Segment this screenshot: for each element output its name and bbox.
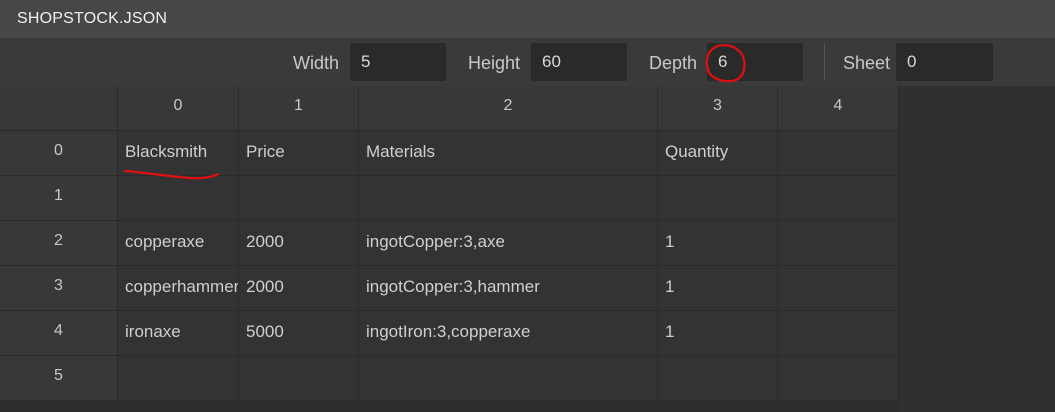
cell-r0-c4[interactable]	[778, 131, 899, 176]
cell-r2-c2[interactable]: ingotCopper:3,axe	[359, 221, 658, 266]
sheet-input[interactable]	[896, 43, 993, 81]
width-input[interactable]	[350, 43, 446, 81]
cell-r5-c2[interactable]	[359, 356, 658, 401]
cell-r3-c0[interactable]: copperhammer	[118, 266, 239, 311]
cell-r5-c1[interactable]	[239, 356, 359, 401]
spreadsheet-grid: 0 1 2 3 4 0 Blacksmith Price Materials Quantity 1 2…	[0, 86, 899, 412]
cell-r1-c2[interactable]	[359, 176, 658, 221]
cell-r2-c3[interactable]: 1	[658, 221, 778, 266]
cell-r4-c0[interactable]: ironaxe	[118, 311, 239, 356]
row-header-3[interactable]: 3	[0, 266, 118, 311]
cell-r1-c4[interactable]	[778, 176, 899, 221]
cell-r2-c0[interactable]: copperaxe	[118, 221, 239, 266]
cell-r0-c1[interactable]: Price	[239, 131, 359, 176]
column-header-3[interactable]: 3	[658, 86, 778, 131]
dimension-toolbar: Width Height Depth Sheet	[0, 38, 1055, 86]
cell-r5-c0[interactable]	[118, 356, 239, 401]
cell-r1-c1[interactable]	[239, 176, 359, 221]
sheet-label: Sheet	[843, 53, 891, 73]
height-input[interactable]	[531, 43, 627, 81]
file-title: SHOPSTOCK.JSON	[17, 10, 168, 27]
row-header-2[interactable]: 2	[0, 221, 118, 266]
empty-grid-area	[899, 86, 1055, 412]
height-label: Height	[468, 53, 521, 73]
cell-r3-c2[interactable]: ingotCopper:3,hammer	[359, 266, 658, 311]
cell-r0-c0[interactable]: Blacksmith	[118, 131, 239, 176]
cell-r3-c4[interactable]	[778, 266, 899, 311]
column-header-0[interactable]: 0	[118, 86, 239, 131]
column-header-2[interactable]: 2	[359, 86, 658, 131]
title-bar: SHOPSTOCK.JSON	[0, 0, 1055, 38]
toolbar-divider	[824, 44, 825, 80]
cell-r3-c3[interactable]: 1	[658, 266, 778, 311]
depth-input[interactable]	[707, 43, 803, 81]
cell-r0-c2[interactable]: Materials	[359, 131, 658, 176]
row-header-0[interactable]: 0	[0, 131, 118, 176]
cell-r4-c1[interactable]: 5000	[239, 311, 359, 356]
width-label: Width	[293, 53, 340, 73]
cell-r3-c1[interactable]: 2000	[239, 266, 359, 311]
column-header-1[interactable]: 1	[239, 86, 359, 131]
row-header-1[interactable]: 1	[0, 176, 118, 221]
cell-r0-c3[interactable]: Quantity	[658, 131, 778, 176]
cell-r5-c4[interactable]	[778, 356, 899, 401]
row-header-4[interactable]: 4	[0, 311, 118, 356]
cell-r1-c3[interactable]	[658, 176, 778, 221]
depth-label: Depth	[649, 53, 698, 73]
cell-r2-c4[interactable]	[778, 221, 899, 266]
cell-r4-c2[interactable]: ingotIron:3,copperaxe	[359, 311, 658, 356]
column-header-4[interactable]: 4	[778, 86, 899, 131]
cell-r5-c3[interactable]	[658, 356, 778, 401]
cell-r4-c4[interactable]	[778, 311, 899, 356]
cell-r4-c3[interactable]: 1	[658, 311, 778, 356]
grid-corner	[0, 86, 118, 131]
row-header-5[interactable]: 5	[0, 356, 118, 401]
cell-r2-c1[interactable]: 2000	[239, 221, 359, 266]
cell-r1-c0[interactable]	[118, 176, 239, 221]
